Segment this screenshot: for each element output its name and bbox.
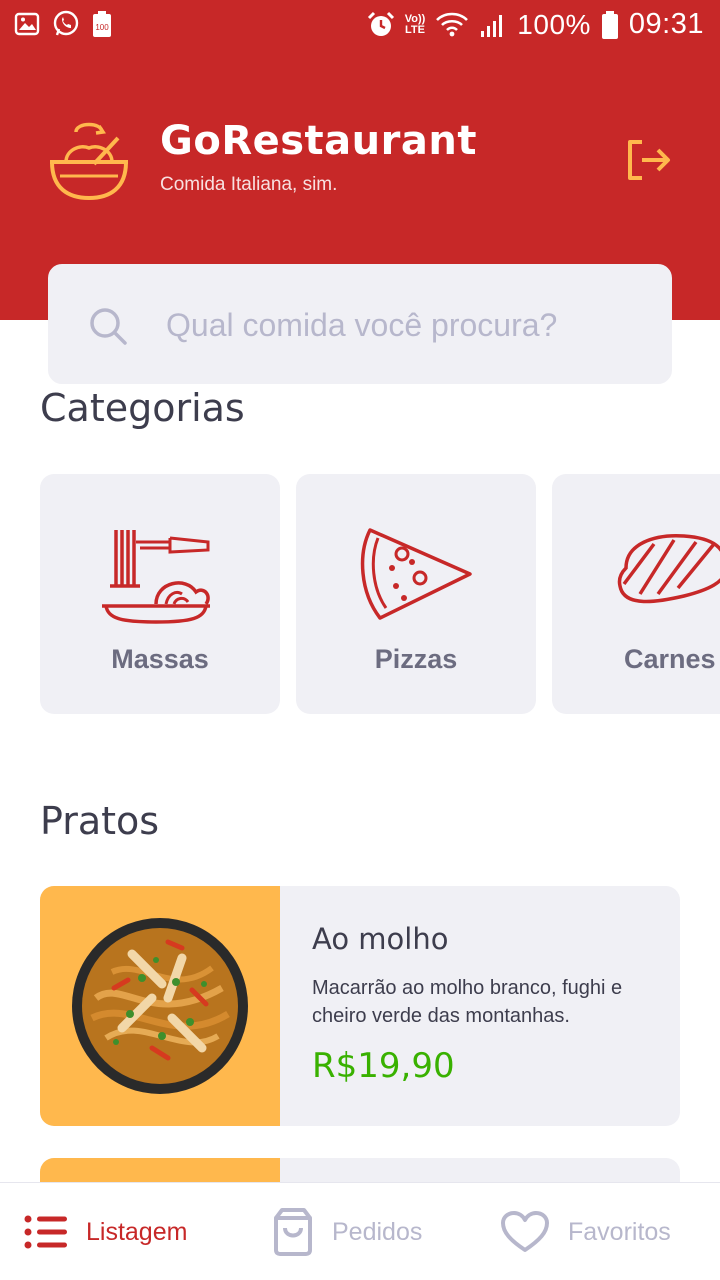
search-icon	[90, 308, 127, 345]
whatsapp-icon	[53, 10, 79, 36]
pasta-icon	[102, 530, 210, 624]
category-card-massas[interactable]: Massas	[40, 474, 280, 714]
shopping-bag-icon	[274, 1208, 312, 1256]
dish-image	[72, 918, 248, 1094]
category-card-pizzas[interactable]: Pizzas	[296, 474, 536, 714]
pizza-icon	[360, 528, 472, 620]
battery-percent: 100%	[517, 8, 591, 40]
search-bar[interactable]	[48, 264, 672, 384]
heart-icon	[501, 1211, 549, 1252]
volte-icon: Vo)) LTE	[404, 12, 426, 36]
dish-description: Macarrão ao molho branco, fughi e cheiro…	[312, 977, 623, 1027]
system-icons: Vo)) LTE 100% 09:31	[367, 8, 704, 41]
bottom-navigation: Listagem Pedidos Favoritos	[0, 1182, 720, 1280]
gallery-icon	[14, 12, 40, 36]
dish-name: Ao molho	[312, 922, 449, 956]
dishes-title: Pratos	[40, 799, 160, 843]
category-label: Massas	[111, 644, 209, 674]
nav-item-listagem[interactable]: Listagem	[24, 1183, 187, 1280]
signal-icon	[481, 14, 503, 37]
nav-label: Favoritos	[568, 1217, 671, 1246]
network-type: LTE	[405, 23, 425, 36]
status-bar: 100 Vo)) LTE 100% 09:31	[0, 0, 720, 50]
battery-icon	[601, 10, 618, 39]
app-subtitle: Comida Italiana, sim.	[160, 174, 338, 195]
notification-icons: 100	[14, 10, 112, 38]
nav-label: Pedidos	[332, 1217, 423, 1246]
alarm-icon	[367, 11, 394, 36]
list-icon	[24, 1215, 67, 1249]
steak-icon	[617, 534, 720, 604]
app-title: GoRestaurant	[160, 118, 477, 164]
logout-icon[interactable]	[624, 138, 672, 182]
category-label: Carnes	[624, 644, 716, 674]
dish-price: R$19,90	[312, 1046, 455, 1086]
nav-item-favoritos[interactable]: Favoritos	[500, 1183, 671, 1280]
nav-label: Listagem	[86, 1217, 188, 1246]
dish-image-box	[40, 886, 280, 1126]
dish-card[interactable]: Ao molho Macarrão ao molho branco, fughi…	[40, 886, 680, 1126]
battery-badge: 100	[95, 23, 109, 32]
clock: 09:31	[628, 8, 704, 40]
categories-title: Categorias	[40, 386, 245, 430]
restaurant-logo-icon	[50, 122, 128, 201]
battery-saver-icon: 100	[93, 11, 111, 37]
nav-item-pedidos[interactable]: Pedidos	[272, 1183, 422, 1280]
search-input[interactable]	[166, 300, 646, 350]
category-label: Pizzas	[374, 644, 458, 674]
category-card-carnes[interactable]: Carnes	[552, 474, 720, 714]
wifi-icon	[436, 12, 469, 36]
